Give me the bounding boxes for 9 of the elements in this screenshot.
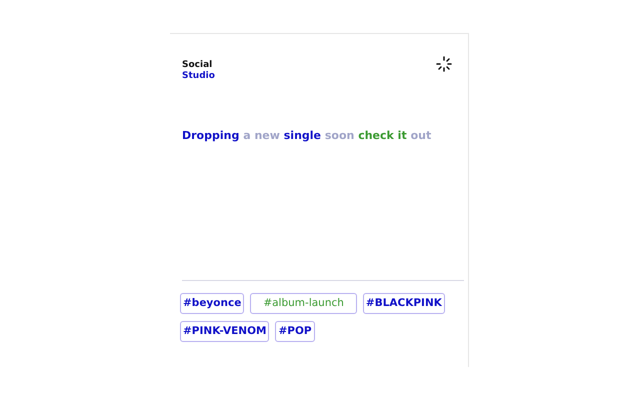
hashtag-chip[interactable]: #beyonce: [180, 293, 244, 314]
post-text: Dropping a new single soon check it out: [182, 129, 432, 144]
brand-name: Studio: [182, 71, 215, 82]
hashtag-chip[interactable]: #album-launch: [250, 293, 357, 314]
loading-spinner-icon: [436, 56, 452, 72]
hashtag-chip[interactable]: #BLACKPINK: [362, 293, 445, 314]
hashtag-chip[interactable]: #POP: [275, 321, 315, 342]
brand-name: Social: [182, 60, 214, 71]
hashtag-chip[interactable]: #PINK-VENOM: [180, 321, 270, 342]
